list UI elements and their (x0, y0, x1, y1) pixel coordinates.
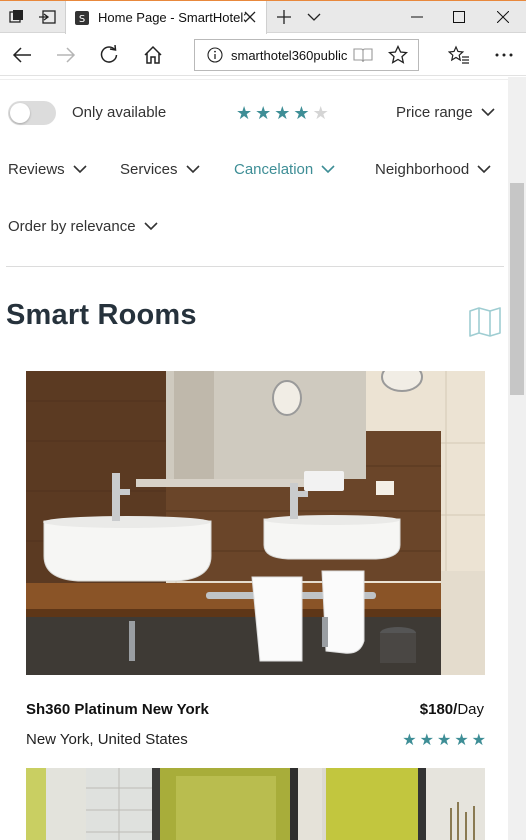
cancelation-dropdown[interactable]: Cancelation (234, 161, 335, 178)
room-price: $180/Day (420, 701, 484, 718)
site-info-icon[interactable] (207, 47, 223, 63)
room-price-unit: Day (457, 701, 484, 718)
back-icon[interactable] (2, 34, 42, 76)
room-star-icon: ★ (419, 730, 434, 749)
room-interior-photo (26, 768, 485, 840)
rating-star-icon[interactable]: ★ (236, 104, 252, 122)
room-name[interactable]: Sh360 Platinum New York (26, 701, 209, 718)
set-tabs-aside-icon[interactable] (32, 1, 62, 33)
favorite-star-icon[interactable] (378, 34, 418, 76)
browser-tab-bar: S Home Page - SmartHotel360 (0, 0, 526, 34)
bathroom-photo (26, 371, 485, 675)
tab-actions-icon[interactable] (2, 1, 32, 33)
scrollbar-thumb[interactable] (510, 183, 524, 395)
room-location: New York, United States (26, 731, 188, 748)
neighborhood-label: Neighborhood (375, 161, 470, 178)
rating-star-icon[interactable]: ★ (293, 104, 309, 122)
room-star-icon: ★ (471, 730, 486, 749)
room-photo-next[interactable] (26, 768, 485, 840)
chevron-down-icon (143, 222, 158, 231)
more-options-icon[interactable] (484, 34, 524, 76)
tab-list-chevron-icon[interactable] (300, 1, 328, 33)
map-view-icon[interactable] (469, 307, 501, 337)
room-star-icon: ★ (402, 730, 417, 749)
room-price-amount: $180/ (419, 701, 458, 718)
refresh-icon[interactable] (89, 34, 129, 76)
room-star-icon: ★ (454, 730, 469, 749)
chevron-down-icon (321, 165, 335, 174)
reviews-dropdown[interactable]: Reviews (8, 161, 87, 178)
header-shadow-line (0, 79, 508, 80)
price-range-label: Price range (396, 104, 473, 121)
chevron-down-icon (477, 165, 491, 174)
toggle-knob (10, 103, 30, 123)
room-photo[interactable] (26, 371, 485, 675)
url-text: smarthotel360public (231, 47, 348, 63)
browser-toolbar: smarthotel360public (0, 34, 526, 76)
rating-star-icon[interactable]: ★ (313, 104, 329, 122)
chevron-down-icon (73, 165, 87, 174)
services-dropdown[interactable]: Services (120, 161, 200, 178)
cancelation-label: Cancelation (234, 161, 314, 178)
room-rating: ★ ★ ★ ★ ★ (399, 732, 486, 748)
close-tab-icon[interactable] (243, 10, 257, 24)
tab-title: Home Page - SmartHotel360 (98, 10, 246, 25)
minimize-icon[interactable] (396, 1, 438, 33)
services-label: Services (120, 161, 178, 178)
close-window-icon[interactable] (482, 1, 524, 33)
order-by-dropdown[interactable]: Order by relevance (8, 218, 158, 235)
chevron-down-icon (185, 165, 200, 174)
filters-divider (6, 266, 504, 267)
reading-view-icon[interactable] (353, 47, 373, 63)
favorites-hub-icon[interactable] (439, 34, 479, 76)
order-by-label: Order by relevance (8, 218, 136, 235)
neighborhood-dropdown[interactable]: Neighborhood (375, 161, 491, 178)
rating-filter[interactable]: ★ ★ ★ ★ ★ (236, 104, 332, 122)
forward-icon[interactable] (46, 34, 86, 76)
room-star-icon: ★ (436, 730, 452, 749)
section-title: Smart Rooms (6, 299, 197, 331)
page-scrollbar[interactable] (508, 77, 526, 840)
rating-star-icon[interactable]: ★ (255, 104, 271, 122)
rating-star-icon[interactable]: ★ (274, 104, 290, 122)
home-icon[interactable] (133, 34, 173, 76)
chevron-down-icon (481, 108, 495, 117)
svg-text:S: S (79, 14, 85, 25)
maximize-icon[interactable] (438, 1, 480, 33)
site-favicon-icon: S (75, 10, 89, 25)
new-tab-icon[interactable] (270, 1, 298, 33)
reviews-label: Reviews (8, 161, 65, 178)
active-tab[interactable]: S Home Page - SmartHotel360 (65, 1, 267, 34)
only-available-toggle[interactable] (8, 101, 56, 125)
only-available-label: Only available (72, 104, 167, 121)
page-viewport: Only available ★ ★ ★ ★ ★ Price range Reviews… (0, 77, 508, 840)
price-range-dropdown[interactable]: Price range (396, 104, 495, 121)
